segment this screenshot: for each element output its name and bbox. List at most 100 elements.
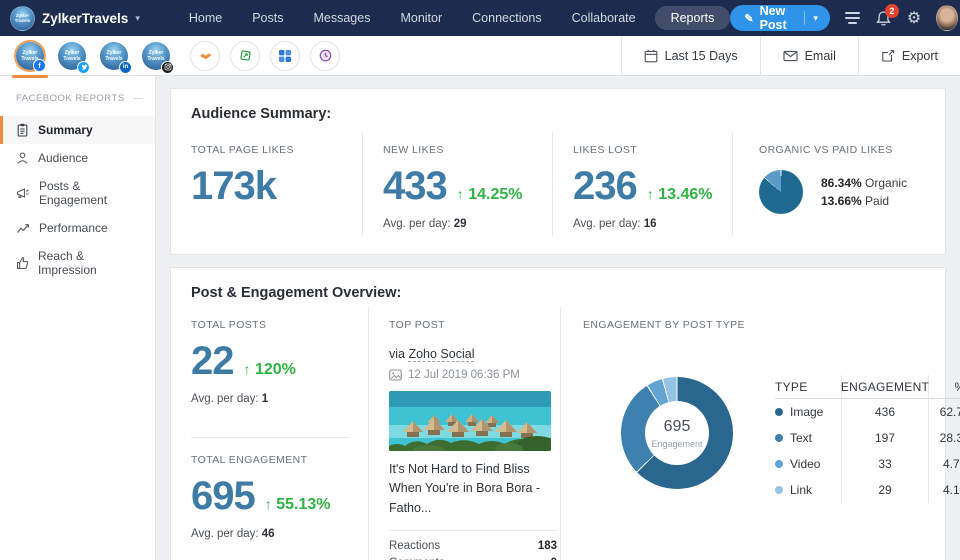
nav-item-messages[interactable]: Messages <box>298 6 385 30</box>
channel-clock-icon[interactable] <box>310 41 340 71</box>
organic-paid-legend: 86.34% Organic 13.66% Paid <box>821 172 907 212</box>
table-row: Image 436 62.73% <box>775 399 960 425</box>
new-post-label: New Post <box>760 4 792 32</box>
metric-average: Avg. per day: 1 <box>191 393 350 405</box>
legend-paid: 13.66% Paid <box>821 194 907 208</box>
content-area: FACEBOOK REPORTS Summary Audience Posts … <box>0 76 960 560</box>
legend-organic: 86.34% Organic <box>821 176 907 190</box>
engagement-type-table: TYPE ENGAGEMENT % Image 436 62.73% <box>775 375 960 503</box>
metric-average: Avg. per day: 46 <box>191 528 350 540</box>
series-dot-image <box>775 408 783 416</box>
sidebar-item-audience[interactable]: Audience <box>0 144 155 172</box>
channel-growth-icon[interactable] <box>230 41 260 71</box>
nav-item-reports[interactable]: Reports <box>655 6 731 30</box>
brand-logo-text: Zylker Travels <box>11 13 34 23</box>
up-arrow-icon: ↑ <box>457 186 464 202</box>
envelope-icon <box>783 50 798 62</box>
organic-paid-pie <box>759 170 803 214</box>
brand-name: ZylkerTravels <box>42 11 128 26</box>
profile-instagram[interactable]: Zylker Travels <box>140 40 172 72</box>
new-post-button[interactable]: ✎ New Post ▾ <box>730 5 830 31</box>
channel-grid-icon[interactable] <box>270 41 300 71</box>
sidebar-item-label: Summary <box>38 123 93 137</box>
post-engagement-title: Post & Engagement Overview: <box>171 268 945 307</box>
series-dot-video <box>775 460 783 468</box>
donut-center-label: Engagement <box>651 439 702 449</box>
table-row: Text 197 28.35% <box>775 425 960 451</box>
metric-new-likes: NEW LIKES 433 ↑ 14.25% Avg. per day: 29 <box>363 132 553 236</box>
calendar-icon <box>644 49 658 63</box>
nav-item-connections[interactable]: Connections <box>457 6 557 30</box>
metric-label: NEW LIKES <box>383 144 552 156</box>
menu-icon[interactable] <box>845 12 860 24</box>
metric-average: Avg. per day: 29 <box>383 218 552 230</box>
table-row: Video 33 4.75% <box>775 451 960 477</box>
sidebar-item-reach-impression[interactable]: Reach & Impression <box>0 242 155 284</box>
source-link[interactable]: Zoho Social <box>408 347 474 362</box>
top-post-image[interactable] <box>389 391 551 451</box>
nav-item-home[interactable]: Home <box>174 6 237 30</box>
sidebar-item-label: Audience <box>38 151 88 165</box>
new-post-dropdown-caret[interactable]: ▾ <box>804 13 830 24</box>
metric-value: 22 <box>191 341 234 381</box>
metric-change: ↑ 120% <box>244 361 296 379</box>
channel-handshake-icon[interactable] <box>190 41 220 71</box>
metric-label: TOTAL POSTS <box>191 319 350 331</box>
twitter-icon <box>77 61 90 74</box>
engagement-by-type-column: ENGAGEMENT BY POST TYPE 695 Engagement <box>561 307 960 560</box>
sidebar-item-label: Posts & Engagement <box>39 179 145 207</box>
metric-label: ORGANIC VS PAID LIKES <box>759 144 945 156</box>
table-header-row: TYPE ENGAGEMENT % <box>775 375 960 399</box>
nav-item-collaborate[interactable]: Collaborate <box>557 6 651 30</box>
trend-icon <box>16 222 30 235</box>
top-post-caption[interactable]: It's Not Hard to Find Bliss When You're … <box>389 460 557 518</box>
linkedin-icon: in <box>119 61 132 74</box>
top-nav: Zylker Travels ZylkerTravels ▾ Home Post… <box>0 0 960 36</box>
pencil-icon: ✎ <box>744 12 753 25</box>
top-post-source: via Zoho Social <box>389 347 560 361</box>
export-label: Export <box>902 49 938 63</box>
export-button[interactable]: Export <box>858 36 960 75</box>
metric-change: ↑ 55.13% <box>265 496 331 514</box>
report-actions: Last 15 Days Email Export <box>621 36 960 75</box>
nav-item-monitor[interactable]: Monitor <box>385 6 457 30</box>
top-post-date: 12 Jul 2019 06:36 PM <box>408 369 520 381</box>
email-button[interactable]: Email <box>760 36 858 75</box>
sidebar-item-label: Reach & Impression <box>38 249 145 277</box>
thumbs-up-icon <box>16 256 29 270</box>
metric-value: 236 <box>573 166 637 206</box>
facebook-icon: f <box>33 59 46 72</box>
metric-change: ↑ 13.46% <box>647 186 713 204</box>
profile-linkedin[interactable]: Zylker Travels in <box>98 40 130 72</box>
main-nav: Home Posts Messages Monitor Connections … <box>174 6 731 30</box>
top-post-label: TOP POST <box>389 319 560 331</box>
sidebar-section-title: FACEBOOK REPORTS <box>16 93 143 104</box>
sidebar-item-label: Performance <box>39 221 108 235</box>
instagram-icon <box>161 61 174 74</box>
sidebar-item-performance[interactable]: Performance <box>0 214 155 242</box>
top-post-stats: Reactions183 Comments0 Shares1 Engagemen… <box>389 530 557 560</box>
brand-logo: Zylker Travels <box>10 6 35 31</box>
channels-toolbar: Zylker Travels f Zylker Travels Zylker T… <box>0 36 960 76</box>
notifications-button[interactable]: 2 <box>875 10 892 27</box>
reports-sidebar: FACEBOOK REPORTS Summary Audience Posts … <box>0 76 156 560</box>
metric-label: LIKES LOST <box>573 144 732 156</box>
settings-gear-icon[interactable]: ⚙ <box>907 8 921 28</box>
report-main: Audience Summary: TOTAL PAGE LIKES 173k … <box>156 76 960 560</box>
profile-facebook[interactable]: Zylker Travels f <box>14 40 46 72</box>
metric-change: ↑ 14.25% <box>457 186 523 204</box>
topnav-actions: ✎ New Post ▾ 2 ⚙ <box>730 5 957 31</box>
posts-metrics-column: TOTAL POSTS 22 ↑ 120% Avg. per day: 1 TO… <box>171 307 369 560</box>
profile-twitter[interactable]: Zylker Travels <box>56 40 88 72</box>
channel-profiles: Zylker Travels f Zylker Travels Zylker T… <box>0 36 340 75</box>
user-avatar[interactable] <box>936 5 957 31</box>
brand-account-switcher[interactable]: Zylker Travels ZylkerTravels ▾ <box>10 6 140 31</box>
donut-total: 695 <box>664 418 691 436</box>
date-range-button[interactable]: Last 15 Days <box>621 36 760 75</box>
metric-total-posts: TOTAL POSTS 22 ↑ 120% Avg. per day: 1 <box>191 319 350 411</box>
nav-item-posts[interactable]: Posts <box>237 6 298 30</box>
megaphone-icon <box>16 187 30 200</box>
sidebar-item-summary[interactable]: Summary <box>0 116 155 144</box>
sidebar-item-posts-engagement[interactable]: Posts & Engagement <box>0 172 155 214</box>
export-icon <box>881 49 895 63</box>
